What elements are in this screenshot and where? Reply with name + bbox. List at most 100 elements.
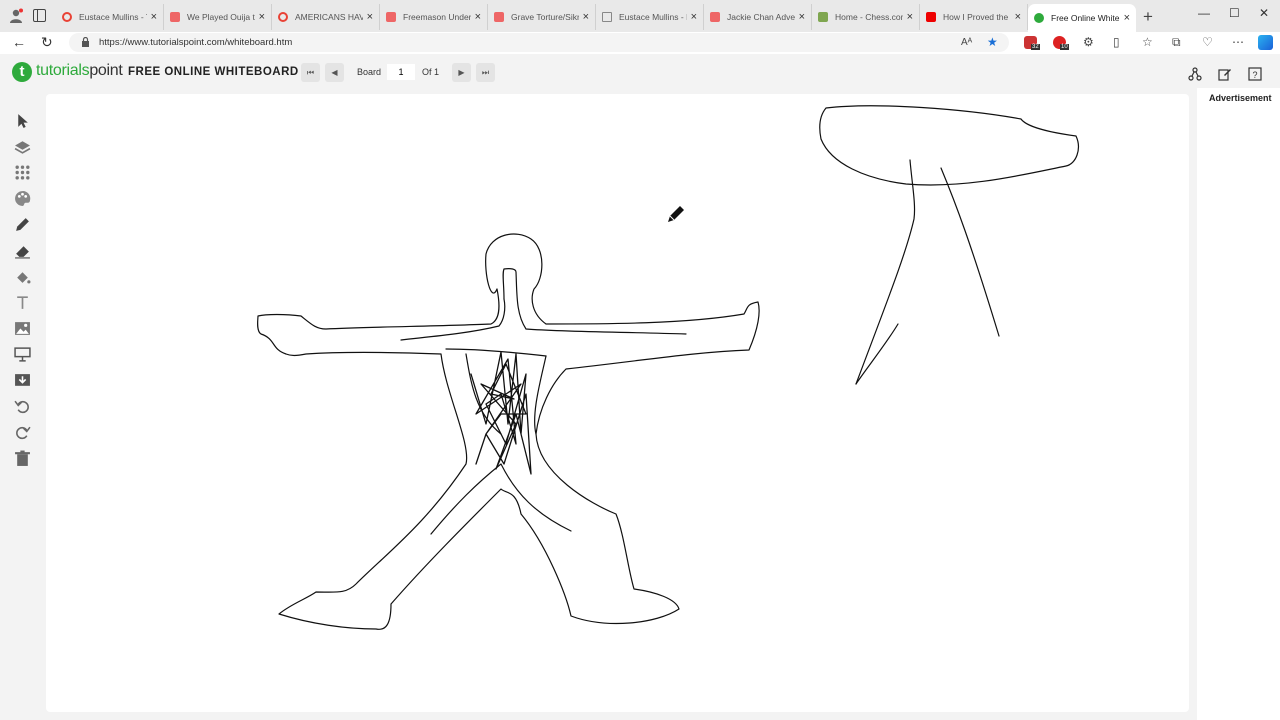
tab-title: Eustace Mullins - T <box>79 12 147 22</box>
close-icon[interactable]: × <box>367 11 373 23</box>
address-row: ← ↻ https://www.tutorialspoint.com/white… <box>0 32 1280 54</box>
window-close-button[interactable]: ✕ <box>1259 6 1269 20</box>
close-icon[interactable]: × <box>1015 11 1021 23</box>
drawing-layer <box>257 105 1079 630</box>
google-icon <box>62 12 72 22</box>
text-tool-icon[interactable] <box>14 294 31 311</box>
download-tool-icon[interactable] <box>14 372 31 389</box>
edit-icon[interactable] <box>1218 67 1232 81</box>
collections-icon[interactable]: ⧉ <box>1172 35 1181 50</box>
close-icon[interactable]: × <box>799 11 805 23</box>
share-icon[interactable] <box>1188 67 1202 81</box>
tab-title: Home - Chess.com <box>835 12 903 22</box>
ufo-outline <box>819 105 1079 186</box>
figure-inner-line <box>400 298 506 341</box>
logo-icon[interactable]: t <box>12 62 32 82</box>
close-icon[interactable]: × <box>1124 12 1130 24</box>
google-icon <box>278 12 288 22</box>
torso-scribble <box>470 351 532 475</box>
logo-brand: tutorials <box>36 62 90 79</box>
board-label: Board <box>357 67 382 77</box>
refresh-icon[interactable]: ↻ <box>41 34 53 51</box>
ufo-line <box>940 167 1000 337</box>
tab[interactable]: We Played Ouija to × <box>164 4 272 30</box>
figure-inner-line <box>430 463 572 535</box>
board-number-input[interactable] <box>387 64 415 80</box>
help-icon[interactable]: ? <box>1248 67 1262 81</box>
page-icon <box>602 12 612 22</box>
tab-title: Freemason Underg <box>403 12 471 22</box>
close-icon[interactable]: × <box>259 11 265 23</box>
address-bar[interactable]: https://www.tutorialspoint.com/whiteboar… <box>69 33 1009 52</box>
youtube-icon <box>710 12 720 22</box>
board-count: Of 1 <box>422 67 440 77</box>
eraser-tool-icon[interactable] <box>14 242 31 259</box>
favorite-star-icon[interactable]: ★ <box>987 35 998 49</box>
extensions-puzzle-icon[interactable]: ⚙ <box>1083 35 1094 49</box>
last-board-button[interactable]: ⏭ <box>476 63 495 82</box>
palette-tool-icon[interactable] <box>14 190 31 207</box>
tab-title: We Played Ouija to <box>187 12 255 22</box>
youtube-icon <box>494 12 504 22</box>
figure-inner-line <box>534 355 547 435</box>
profile-icon[interactable] <box>8 8 24 24</box>
tab[interactable]: Eustace Mullins - T × <box>56 4 164 30</box>
browser-tab-strip: Eustace Mullins - T × We Played Ouija to… <box>0 0 1280 32</box>
first-board-button[interactable]: ⏮ <box>301 63 320 82</box>
read-aloud-icon[interactable]: Aᴬ <box>961 37 972 48</box>
ufo-line <box>855 159 916 385</box>
new-tab-button[interactable]: + <box>1143 7 1153 27</box>
next-board-button[interactable]: ▶ <box>452 63 471 82</box>
previous-board-button[interactable]: ◀ <box>325 63 344 82</box>
tab[interactable]: Jackie Chan Adven × <box>704 4 812 30</box>
layers-tool-icon[interactable] <box>14 138 31 155</box>
youtube-icon <box>926 12 936 22</box>
back-icon[interactable]: ← <box>12 34 26 50</box>
grid-tool-icon[interactable] <box>14 164 31 181</box>
minimize-button[interactable]: — <box>1198 6 1210 20</box>
close-icon[interactable]: × <box>691 11 697 23</box>
tab-title: Eustace Mullins - N <box>619 12 687 22</box>
tab-title: Grave Torture/Sikr <box>511 12 579 22</box>
tab-list: Eustace Mullins - T × We Played Ouija to… <box>56 4 1136 32</box>
whiteboard-canvas[interactable] <box>46 94 1189 712</box>
tab-title: Free Online Whitel <box>1051 13 1120 23</box>
maximize-button[interactable]: ☐ <box>1229 6 1240 20</box>
extension-badge: 10 <box>1060 44 1069 50</box>
tab[interactable]: Home - Chess.com × <box>812 4 920 30</box>
select-tool-icon[interactable] <box>14 112 31 129</box>
youtube-icon <box>170 12 180 22</box>
tab-actions-icon[interactable] <box>33 9 46 22</box>
tab[interactable]: Freemason Underg × <box>380 4 488 30</box>
logo-text[interactable]: tutorialspoint <box>36 62 123 80</box>
favorites-icon[interactable]: ☆ <box>1142 35 1153 49</box>
page-title: FREE ONLINE WHITEBOARD <box>128 66 299 78</box>
more-menu-icon[interactable]: ⋯ <box>1232 35 1244 49</box>
image-tool-icon[interactable] <box>14 320 31 337</box>
close-icon[interactable]: × <box>583 11 589 23</box>
undo-tool-icon[interactable] <box>14 398 31 415</box>
tab[interactable]: AMERICANS HAVE × <box>272 4 380 30</box>
ufo-line <box>855 323 899 385</box>
figure-inner-line <box>445 348 547 357</box>
extension-badge: 32 <box>1031 44 1040 50</box>
app-header: t tutorialspoint FREE ONLINE WHITEBOARD … <box>0 54 1280 90</box>
presentation-tool-icon[interactable] <box>14 346 31 363</box>
tab[interactable]: Grave Torture/Sikr × <box>488 4 596 30</box>
url-text[interactable]: https://www.tutorialspoint.com/whiteboar… <box>99 37 292 48</box>
close-icon[interactable]: × <box>475 11 481 23</box>
redo-tool-icon[interactable] <box>14 424 31 441</box>
tab-title: AMERICANS HAVE <box>295 12 363 22</box>
close-icon[interactable]: × <box>151 11 157 23</box>
tab[interactable]: Eustace Mullins - N × <box>596 4 704 30</box>
trash-tool-icon[interactable] <box>14 450 31 467</box>
copilot-icon[interactable] <box>1258 35 1273 50</box>
pencil-tool-icon[interactable] <box>14 216 31 233</box>
split-screen-icon[interactable]: ▯ <box>1113 35 1120 49</box>
close-icon[interactable]: × <box>907 11 913 23</box>
tab-active[interactable]: Free Online Whitel × <box>1028 4 1136 32</box>
fill-tool-icon[interactable] <box>14 268 31 285</box>
browser-essentials-icon[interactable]: ♡ <box>1202 35 1213 49</box>
stick-figure-outline <box>257 233 760 630</box>
tab[interactable]: How I Proved the N × <box>920 4 1028 30</box>
